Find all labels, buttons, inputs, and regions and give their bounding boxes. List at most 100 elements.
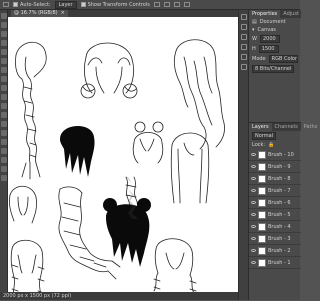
zoom-tool-icon[interactable] xyxy=(1,175,7,181)
layer-row[interactable]: Brush - 2 xyxy=(249,245,301,257)
visibility-eye-icon[interactable] xyxy=(251,165,256,168)
canvas-label: Canvas xyxy=(257,27,276,33)
layer-row[interactable]: Brush - 9 xyxy=(249,161,301,173)
tab-paths[interactable]: Paths xyxy=(301,123,320,131)
document-canvas[interactable] xyxy=(8,17,238,292)
layer-thumbnail xyxy=(258,150,266,159)
mode-label: Mode xyxy=(252,56,266,62)
stamp-tool-icon[interactable] xyxy=(1,76,7,82)
layer-row[interactable]: Brush - 7 xyxy=(249,185,301,197)
blend-mode-dropdown[interactable]: Normal xyxy=(252,132,277,140)
auto-select-checkbox[interactable] xyxy=(13,2,18,7)
marquee-tool-icon[interactable] xyxy=(1,22,7,28)
distribute-icon[interactable] xyxy=(183,2,190,7)
hand-tool-icon[interactable] xyxy=(1,166,7,172)
tab-layers[interactable]: Layers xyxy=(249,123,272,131)
layer-list: Brush - 10 Brush - 9 Brush - 8 Brush - 7 Bru… xyxy=(249,149,301,269)
height-field[interactable]: 1500 xyxy=(258,45,279,53)
brush-tool-icon[interactable] xyxy=(1,67,7,73)
visibility-eye-icon[interactable] xyxy=(251,261,256,264)
visibility-eye-icon[interactable] xyxy=(251,153,256,156)
status-bar: 2000 px x 1500 px (72 ppi) xyxy=(0,292,238,300)
brush-settings-icon[interactable] xyxy=(241,44,247,50)
layer-row[interactable]: Brush - 10 xyxy=(249,149,301,161)
layer-row[interactable]: Brush - 4 xyxy=(249,221,301,233)
layer-row[interactable]: Brush - 5 xyxy=(249,209,301,221)
mode-dropdown[interactable]: RGB Color xyxy=(268,55,298,63)
history-icon[interactable] xyxy=(241,14,247,20)
black-bun-hair-sketch xyxy=(106,204,150,267)
layer-thumbnail xyxy=(258,174,266,183)
layer-row[interactable]: Brush - 8 xyxy=(249,173,301,185)
layer-row[interactable]: Brush - 3 xyxy=(249,233,301,245)
layer-name: Brush - 5 xyxy=(268,211,291,218)
visibility-eye-icon[interactable] xyxy=(251,177,256,180)
align-right-icon[interactable] xyxy=(173,2,180,7)
canvas-area[interactable] xyxy=(8,17,238,292)
show-transform-checkbox[interactable] xyxy=(80,2,86,7)
chevron-down-icon[interactable]: ▾ xyxy=(252,27,255,33)
show-transform-option[interactable]: Show Transform Controls xyxy=(80,2,150,8)
align-left-icon[interactable] xyxy=(153,2,160,7)
heal-tool-icon[interactable] xyxy=(1,58,7,64)
hair-brush-artwork xyxy=(9,39,225,292)
depth-row: 8 Bits/Channel xyxy=(249,64,301,74)
move-tool-icon[interactable] xyxy=(3,2,9,7)
layer-thumbnail xyxy=(258,198,266,207)
panel-icon-strip xyxy=(239,10,249,300)
lock-icon[interactable]: 🔒 xyxy=(268,142,274,148)
braid-hair-sketch-1 xyxy=(15,41,47,180)
black-bun xyxy=(103,198,117,212)
layer-name: Brush - 6 xyxy=(268,199,291,206)
document-tab[interactable]: @ 16.7% (RGB/8) × xyxy=(11,10,68,17)
visibility-eye-icon[interactable] xyxy=(251,249,256,252)
layer-row[interactable]: Brush - 1 xyxy=(249,257,301,269)
tab-properties[interactable]: Properties xyxy=(249,10,281,18)
properties-section-title: Document xyxy=(259,19,286,25)
move-tool-icon[interactable] xyxy=(1,13,7,19)
path-select-tool-icon[interactable] xyxy=(1,148,7,154)
tab-adjustments[interactable]: Adjust xyxy=(280,10,302,18)
bit-depth-dropdown[interactable]: 8 Bits/Channel xyxy=(252,65,295,73)
layer-name: Brush - 9 xyxy=(268,163,291,170)
layers-panel: Layers Channels Paths Normal Lock: 🔒 Bru… xyxy=(249,122,317,301)
visibility-eye-icon[interactable] xyxy=(251,201,256,204)
tab-channels[interactable]: Channels xyxy=(272,123,301,131)
layer-row[interactable]: Brush - 6 xyxy=(249,197,301,209)
visibility-eye-icon[interactable] xyxy=(251,237,256,240)
gradient-tool-icon[interactable] xyxy=(1,103,7,109)
layer-thumbnail xyxy=(258,246,266,255)
character-icon[interactable] xyxy=(241,64,247,70)
visibility-eye-icon[interactable] xyxy=(251,225,256,228)
document-tab-bar: @ 16.7% (RGB/8) × xyxy=(8,10,238,17)
width-label: W xyxy=(252,36,257,42)
swatches-icon[interactable] xyxy=(241,24,247,30)
visibility-eye-icon[interactable] xyxy=(251,213,256,216)
auto-select-label: Auto-Select: xyxy=(20,1,51,8)
eyedropper-tool-icon[interactable] xyxy=(1,49,7,55)
shape-tool-icon[interactable] xyxy=(1,157,7,163)
align-center-icon[interactable] xyxy=(163,2,170,7)
eraser-tool-icon[interactable] xyxy=(1,94,7,100)
blend-row: Normal xyxy=(249,131,301,141)
long-hair-sketch-1 xyxy=(170,132,210,204)
lasso-tool-icon[interactable] xyxy=(1,31,7,37)
paragraph-icon[interactable] xyxy=(241,54,247,60)
auto-select-option[interactable]: Auto-Select: xyxy=(13,2,51,8)
canvas-row[interactable]: ▾ Canvas xyxy=(249,26,301,34)
bun-hair-sketch-1 xyxy=(80,42,138,99)
blur-tool-icon[interactable] xyxy=(1,112,7,118)
libraries-icon[interactable] xyxy=(241,34,247,40)
document-title: @ 16.7% (RGB/8) xyxy=(14,10,58,16)
pen-tool-icon[interactable] xyxy=(1,130,7,136)
layer-name: Brush - 1 xyxy=(268,259,291,266)
dodge-tool-icon[interactable] xyxy=(1,121,7,127)
auto-select-dropdown[interactable]: Layer xyxy=(54,0,77,9)
width-field[interactable]: 2000 xyxy=(259,35,280,43)
history-brush-tool-icon[interactable] xyxy=(1,85,7,91)
crop-tool-icon[interactable] xyxy=(1,40,7,46)
type-tool-icon[interactable] xyxy=(1,139,7,145)
black-bangs-hair-sketch xyxy=(60,125,95,177)
close-icon[interactable]: × xyxy=(61,10,65,17)
visibility-eye-icon[interactable] xyxy=(251,189,256,192)
